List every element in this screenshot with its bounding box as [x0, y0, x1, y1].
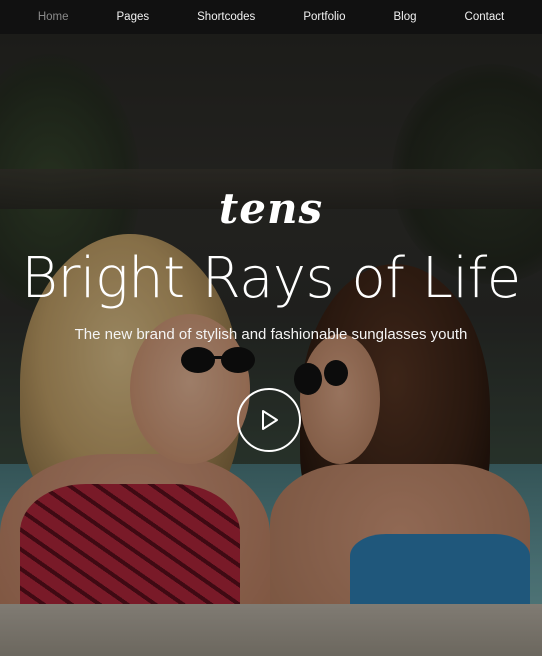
play-icon: [262, 410, 278, 430]
hero-subtitle: The new brand of stylish and fashionable…: [74, 326, 468, 343]
nav-item-shortcodes[interactable]: Shortcodes: [173, 11, 279, 23]
nav-item-portfolio[interactable]: Portfolio: [279, 11, 369, 23]
top-navigation: Home Pages Shortcodes Portfolio Blog Con…: [0, 0, 542, 34]
nav-item-blog[interactable]: Blog: [370, 11, 441, 23]
nav-item-home[interactable]: Home: [14, 11, 93, 23]
nav-item-pages[interactable]: Pages: [93, 11, 174, 23]
hero-section: tens Bright Rays of Life The new brand o…: [0, 34, 542, 656]
hero-headline: Bright Rays of Life: [21, 246, 521, 311]
page: Home Pages Shortcodes Portfolio Blog Con…: [0, 0, 542, 656]
hero-dark-overlay: [0, 34, 542, 656]
play-video-button[interactable]: [237, 388, 301, 452]
nav-item-contact[interactable]: Contact: [441, 11, 529, 23]
brand-logo: tens: [218, 184, 324, 233]
